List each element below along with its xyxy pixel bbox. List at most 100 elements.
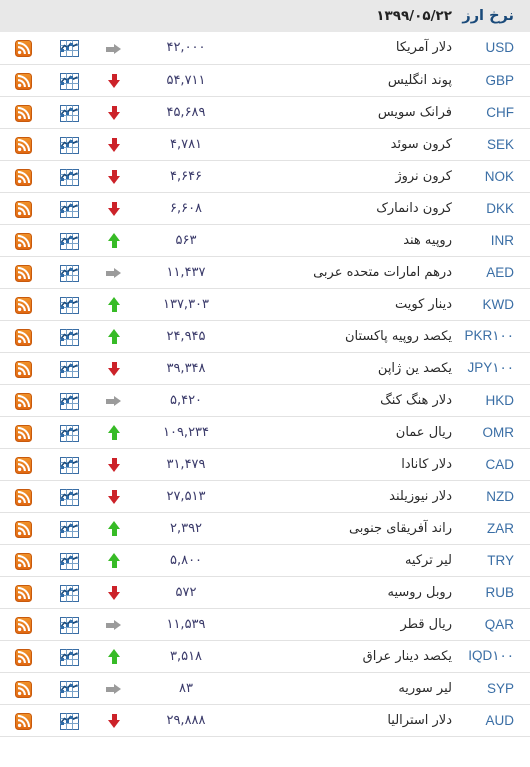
chart-link[interactable] bbox=[46, 704, 92, 736]
rss-link[interactable] bbox=[0, 32, 46, 64]
rss-feed-icon[interactable] bbox=[14, 648, 32, 666]
currency-name: راند آفریقای جنوبی bbox=[348, 520, 452, 536]
chart-icon[interactable] bbox=[59, 168, 79, 186]
rss-link[interactable] bbox=[0, 96, 46, 128]
rss-link[interactable] bbox=[0, 448, 46, 480]
chart-icon[interactable] bbox=[59, 328, 79, 346]
chart-link[interactable] bbox=[46, 544, 92, 576]
chart-link[interactable] bbox=[46, 416, 92, 448]
rss-link[interactable] bbox=[0, 704, 46, 736]
rss-feed-icon[interactable] bbox=[14, 456, 32, 474]
rss-feed-icon[interactable] bbox=[14, 40, 32, 58]
rss-feed-icon[interactable] bbox=[14, 136, 32, 154]
rss-link[interactable] bbox=[0, 608, 46, 640]
chart-icon[interactable] bbox=[59, 360, 79, 378]
chart-icon[interactable] bbox=[59, 584, 79, 602]
rss-link[interactable] bbox=[0, 512, 46, 544]
rss-feed-icon[interactable] bbox=[14, 104, 32, 122]
chart-icon[interactable] bbox=[59, 264, 79, 282]
chart-icon[interactable] bbox=[59, 232, 79, 250]
arrow-down-icon bbox=[107, 714, 121, 728]
table-row: NOK کرون نروژ ۴,۶۴۶ bbox=[0, 160, 530, 192]
chart-icon[interactable] bbox=[59, 552, 79, 570]
rss-link[interactable] bbox=[0, 672, 46, 704]
trend-indicator bbox=[92, 224, 136, 256]
chart-icon[interactable] bbox=[59, 72, 79, 90]
chart-link[interactable] bbox=[46, 352, 92, 384]
chart-link[interactable] bbox=[46, 224, 92, 256]
chart-icon[interactable] bbox=[59, 680, 79, 698]
chart-icon[interactable] bbox=[59, 40, 79, 58]
chart-icon[interactable] bbox=[59, 520, 79, 538]
chart-icon[interactable] bbox=[59, 424, 79, 442]
chart-link[interactable] bbox=[46, 288, 92, 320]
rss-link[interactable] bbox=[0, 256, 46, 288]
chart-icon[interactable] bbox=[59, 616, 79, 634]
chart-icon[interactable] bbox=[59, 200, 79, 218]
rss-link[interactable] bbox=[0, 544, 46, 576]
trend-indicator bbox=[92, 608, 136, 640]
chart-link[interactable] bbox=[46, 256, 92, 288]
rss-feed-icon[interactable] bbox=[14, 296, 32, 314]
chart-icon[interactable] bbox=[59, 296, 79, 314]
chart-link[interactable] bbox=[46, 448, 92, 480]
chart-icon[interactable] bbox=[59, 712, 79, 730]
chart-link[interactable] bbox=[46, 64, 92, 96]
rss-link[interactable] bbox=[0, 160, 46, 192]
rss-feed-icon[interactable] bbox=[14, 552, 32, 570]
rss-link[interactable] bbox=[0, 128, 46, 160]
chart-icon[interactable] bbox=[59, 392, 79, 410]
chart-link[interactable] bbox=[46, 96, 92, 128]
rss-link[interactable] bbox=[0, 640, 46, 672]
currency-name: دلار هنگ کنگ bbox=[380, 392, 452, 408]
rss-feed-icon[interactable] bbox=[14, 424, 32, 442]
rss-feed-icon[interactable] bbox=[14, 520, 32, 538]
chart-icon[interactable] bbox=[59, 456, 79, 474]
chart-icon[interactable] bbox=[59, 136, 79, 154]
rate-value: ۶,۶۰۸ bbox=[169, 200, 203, 216]
chart-link[interactable] bbox=[46, 384, 92, 416]
rss-feed-icon[interactable] bbox=[14, 360, 32, 378]
rss-link[interactable] bbox=[0, 480, 46, 512]
rss-feed-icon[interactable] bbox=[14, 232, 32, 250]
rss-feed-icon[interactable] bbox=[14, 584, 32, 602]
trend-indicator bbox=[92, 512, 136, 544]
rss-feed-icon[interactable] bbox=[14, 712, 32, 730]
chart-link[interactable] bbox=[46, 320, 92, 352]
chart-link[interactable] bbox=[46, 128, 92, 160]
rss-feed-icon[interactable] bbox=[14, 392, 32, 410]
rss-feed-icon[interactable] bbox=[14, 72, 32, 90]
rss-link[interactable] bbox=[0, 224, 46, 256]
rss-link[interactable] bbox=[0, 416, 46, 448]
rate-value: ۱۱,۴۳۷ bbox=[166, 264, 206, 280]
rss-feed-icon[interactable] bbox=[14, 680, 32, 698]
rss-link[interactable] bbox=[0, 64, 46, 96]
chart-link[interactable] bbox=[46, 480, 92, 512]
chart-link[interactable] bbox=[46, 160, 92, 192]
rss-feed-icon[interactable] bbox=[14, 168, 32, 186]
currency-name: فرانک سویس bbox=[377, 104, 452, 120]
rss-feed-icon[interactable] bbox=[14, 328, 32, 346]
rss-feed-icon[interactable] bbox=[14, 264, 32, 282]
header-blank-value bbox=[136, 0, 236, 32]
chart-link[interactable] bbox=[46, 672, 92, 704]
chart-link[interactable] bbox=[46, 32, 92, 64]
rss-link[interactable] bbox=[0, 352, 46, 384]
chart-link[interactable] bbox=[46, 608, 92, 640]
chart-link[interactable] bbox=[46, 640, 92, 672]
chart-link[interactable] bbox=[46, 512, 92, 544]
chart-link[interactable] bbox=[46, 192, 92, 224]
rss-feed-icon[interactable] bbox=[14, 616, 32, 634]
rss-link[interactable] bbox=[0, 384, 46, 416]
chart-icon[interactable] bbox=[59, 648, 79, 666]
rss-feed-icon[interactable] bbox=[14, 200, 32, 218]
chart-icon[interactable] bbox=[59, 488, 79, 506]
chart-link[interactable] bbox=[46, 576, 92, 608]
rss-feed-icon[interactable] bbox=[14, 488, 32, 506]
chart-icon[interactable] bbox=[59, 104, 79, 122]
rss-link[interactable] bbox=[0, 576, 46, 608]
rss-link[interactable] bbox=[0, 288, 46, 320]
arrow-down-icon bbox=[107, 490, 121, 504]
rss-link[interactable] bbox=[0, 320, 46, 352]
rss-link[interactable] bbox=[0, 192, 46, 224]
